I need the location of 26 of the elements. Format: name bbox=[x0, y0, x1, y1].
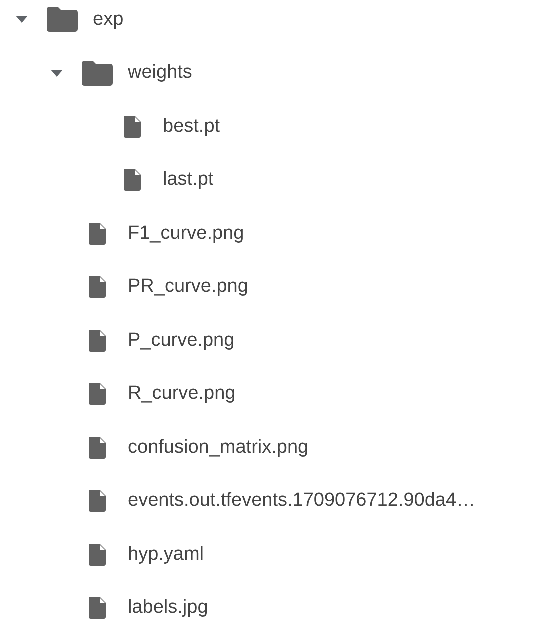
caret-icon[interactable] bbox=[51, 70, 63, 77]
file-icon bbox=[124, 169, 141, 192]
file-name[interactable]: labels.jpg bbox=[128, 597, 208, 620]
file-icon bbox=[89, 383, 106, 406]
file-name[interactable]: PR_curve.png bbox=[128, 276, 248, 298]
file-name[interactable]: weights bbox=[128, 62, 192, 84]
file-name[interactable]: hyp.yaml bbox=[128, 544, 204, 566]
file-name[interactable]: P_curve.png bbox=[128, 330, 235, 352]
file-icon bbox=[89, 436, 106, 459]
file-icon bbox=[89, 490, 106, 512]
file-icon bbox=[89, 276, 106, 298]
file-icon bbox=[89, 222, 106, 245]
file-icon bbox=[89, 597, 106, 620]
folder-icon bbox=[82, 60, 113, 86]
file-name[interactable]: best.pt bbox=[163, 116, 220, 138]
file-name[interactable]: R_curve.png bbox=[128, 383, 236, 406]
file-icon bbox=[124, 116, 141, 138]
file-name[interactable]: F1_curve.png bbox=[128, 222, 244, 245]
folder-icon bbox=[47, 7, 78, 32]
file-icon bbox=[89, 330, 106, 352]
file-name[interactable]: confusion_matrix.png bbox=[128, 436, 309, 459]
file-icon bbox=[89, 544, 106, 566]
file-name[interactable]: exp bbox=[93, 8, 124, 31]
file-name[interactable]: last.pt bbox=[163, 169, 214, 192]
caret-icon[interactable] bbox=[16, 16, 28, 24]
file-name[interactable]: events.out.tfevents.1709076712.90da4… bbox=[128, 490, 476, 512]
